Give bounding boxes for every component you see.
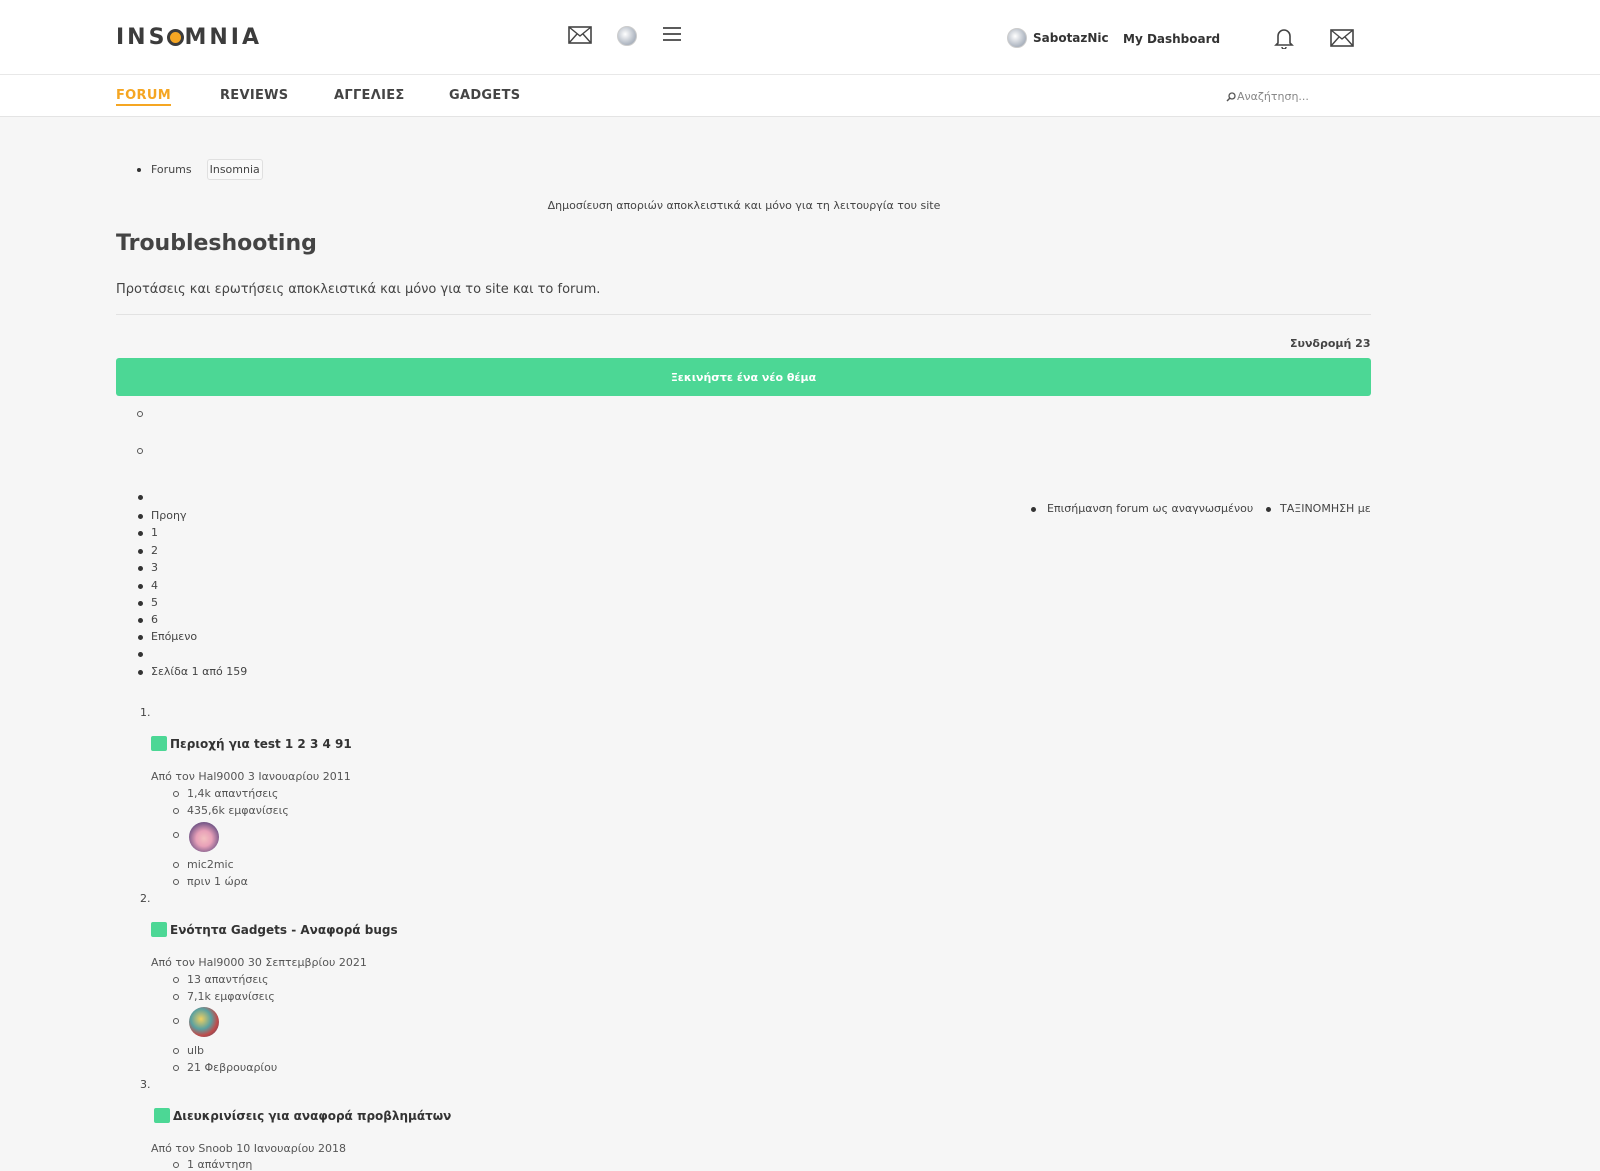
breadcrumb-insomnia[interactable]: Insomnia bbox=[206, 159, 263, 180]
user-avatar bbox=[1007, 28, 1027, 48]
dashboard-link[interactable]: My Dashboard bbox=[1123, 32, 1220, 46]
list-marker bbox=[173, 862, 179, 868]
last-post-time[interactable]: πριν 1 ώρα bbox=[187, 875, 248, 888]
search-icon bbox=[1226, 91, 1236, 102]
list-bullet bbox=[138, 635, 143, 640]
list-bullet bbox=[1266, 507, 1271, 512]
list-marker bbox=[173, 832, 179, 838]
list-marker bbox=[173, 1048, 179, 1054]
list-marker bbox=[173, 1162, 179, 1168]
topic-title[interactable]: Περιοχή για test 1 2 3 4 91 bbox=[151, 736, 352, 751]
last-post-time[interactable]: 21 Φεβρουαρίου bbox=[187, 1061, 277, 1074]
topic-title[interactable]: Ενότητα Gadgets - Αναφορά bugs bbox=[151, 922, 398, 937]
list-bullet bbox=[138, 514, 143, 519]
bell-icon[interactable] bbox=[1274, 27, 1294, 49]
pagination-next[interactable]: Επόμενο bbox=[151, 630, 197, 643]
list-marker bbox=[173, 791, 179, 797]
page-title: Troubleshooting bbox=[116, 231, 317, 256]
page-subtitle: Προτάσεις και ερωτήσεις αποκλειστικά και… bbox=[116, 282, 601, 297]
pagination-page-4[interactable]: 4 bbox=[151, 579, 158, 592]
follow-button[interactable]: Συνδρομή 23 bbox=[1290, 337, 1371, 350]
pagination-page-3[interactable]: 3 bbox=[151, 561, 158, 574]
topic-title-text[interactable]: Περιοχή για test 1 2 3 4 91 bbox=[170, 737, 352, 751]
topic-views: 7,1k εμφανίσεις bbox=[187, 990, 275, 1003]
breadcrumb: Forums Insomnia bbox=[137, 159, 263, 180]
list-bullet bbox=[138, 618, 143, 623]
list-bullet bbox=[138, 549, 143, 554]
list-marker bbox=[173, 994, 179, 1000]
sort-dropdown[interactable]: ΤΑΞΙΝΟΜΗΣΗ με bbox=[1280, 502, 1371, 515]
list-bullet bbox=[138, 601, 143, 606]
user-menu[interactable]: SabotazNic bbox=[1007, 28, 1109, 48]
topic-title-text[interactable]: Διευκρινίσεις για αναφορά προβλημάτων bbox=[173, 1109, 451, 1123]
topic-replies: 1 απάντηση bbox=[187, 1158, 253, 1171]
topic-badge-icon bbox=[154, 1108, 170, 1123]
topic-number: 3. bbox=[140, 1078, 151, 1091]
topic-meta: Από τον Hal9000 3 Ιανουαρίου 2011 bbox=[151, 770, 351, 783]
topic-views: 435,6k εμφανίσεις bbox=[187, 804, 289, 817]
list-bullet bbox=[138, 495, 143, 500]
nav-aggelies[interactable]: ΑΓΓΕΛΙΕΣ bbox=[334, 88, 405, 103]
list-marker bbox=[137, 411, 143, 417]
pagination-page-6[interactable]: 6 bbox=[151, 613, 158, 626]
mark-read-link[interactable]: Επισήμανση forum ως αναγνωσμένου bbox=[1047, 502, 1253, 515]
last-poster-avatar[interactable] bbox=[189, 822, 219, 852]
list-bullet bbox=[1031, 507, 1036, 512]
nav-forum[interactable]: FORUM bbox=[116, 88, 171, 106]
list-marker bbox=[173, 1065, 179, 1071]
list-marker bbox=[137, 448, 143, 454]
site-logo[interactable]: INS MNIA bbox=[116, 25, 262, 50]
topic-title[interactable]: Διευκρινίσεις για αναφορά προβλημάτων bbox=[154, 1108, 451, 1123]
list-bullet bbox=[138, 584, 143, 589]
topic-badge-icon bbox=[151, 922, 167, 937]
pagination-prev[interactable]: Προηγ bbox=[151, 509, 186, 522]
search-placeholder: Αναζήτηση... bbox=[1237, 90, 1309, 103]
nav-gadgets[interactable]: GADGETS bbox=[449, 88, 520, 103]
divider bbox=[116, 314, 1371, 315]
topic-replies: 1,4k απαντήσεις bbox=[187, 787, 279, 800]
topic-meta: Από τον Hal9000 30 Σεπτεμβρίου 2021 bbox=[151, 956, 367, 969]
pagination-page-5[interactable]: 5 bbox=[151, 596, 158, 609]
nav-reviews[interactable]: REVIEWS bbox=[220, 88, 288, 103]
menu-icon[interactable] bbox=[662, 26, 682, 42]
list-bullet bbox=[138, 531, 143, 536]
logo-o-icon bbox=[167, 29, 185, 46]
search-input[interactable]: Αναζήτηση... bbox=[1226, 90, 1309, 103]
pagination-page-info: Σελίδα 1 από 159 bbox=[151, 665, 248, 678]
top-bar: INS MNIA SabotazNic My Dashboard bbox=[0, 0, 1600, 75]
list-marker bbox=[173, 1018, 179, 1024]
avatar-icon[interactable] bbox=[617, 26, 637, 46]
last-poster-avatar[interactable] bbox=[189, 1007, 219, 1037]
pagination-page-2[interactable]: 2 bbox=[151, 544, 158, 557]
forum-description: Δημοσίευση αποριών αποκλειστικά και μόνο… bbox=[547, 199, 941, 212]
breadcrumb-forums[interactable]: Forums bbox=[151, 163, 192, 176]
topic-title-text[interactable]: Ενότητα Gadgets - Αναφορά bugs bbox=[170, 923, 398, 937]
username: SabotazNic bbox=[1033, 31, 1109, 45]
pagination-page-1[interactable]: 1 bbox=[151, 526, 158, 539]
new-topic-button[interactable]: Ξεκινήστε ένα νέο θέμα bbox=[116, 358, 1371, 396]
list-marker bbox=[173, 808, 179, 814]
notifications-mail-icon[interactable] bbox=[1330, 28, 1354, 48]
list-marker bbox=[173, 977, 179, 983]
list-bullet bbox=[138, 652, 143, 657]
topic-replies: 13 απαντήσεις bbox=[187, 973, 269, 986]
topic-number: 1. bbox=[140, 706, 151, 719]
topic-number: 2. bbox=[140, 892, 151, 905]
list-marker bbox=[173, 879, 179, 885]
topic-badge-icon bbox=[151, 736, 167, 751]
list-bullet bbox=[138, 566, 143, 571]
last-poster-name[interactable]: ulb bbox=[187, 1044, 204, 1057]
main-nav: FORUM REVIEWS ΑΓΓΕΛΙΕΣ GADGETS Αναζήτηση… bbox=[0, 75, 1600, 117]
list-bullet bbox=[138, 670, 143, 675]
last-poster-name[interactable]: mic2mic bbox=[187, 858, 234, 871]
topic-meta: Από τον Snoob 10 Ιανουαρίου 2018 bbox=[151, 1142, 347, 1155]
messages-icon[interactable] bbox=[568, 25, 592, 45]
